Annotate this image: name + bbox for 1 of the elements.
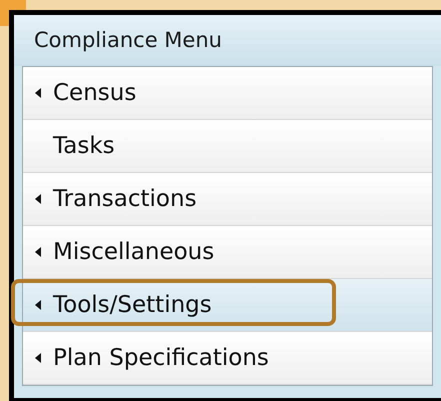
menu-title: Compliance Menu bbox=[34, 26, 222, 54]
